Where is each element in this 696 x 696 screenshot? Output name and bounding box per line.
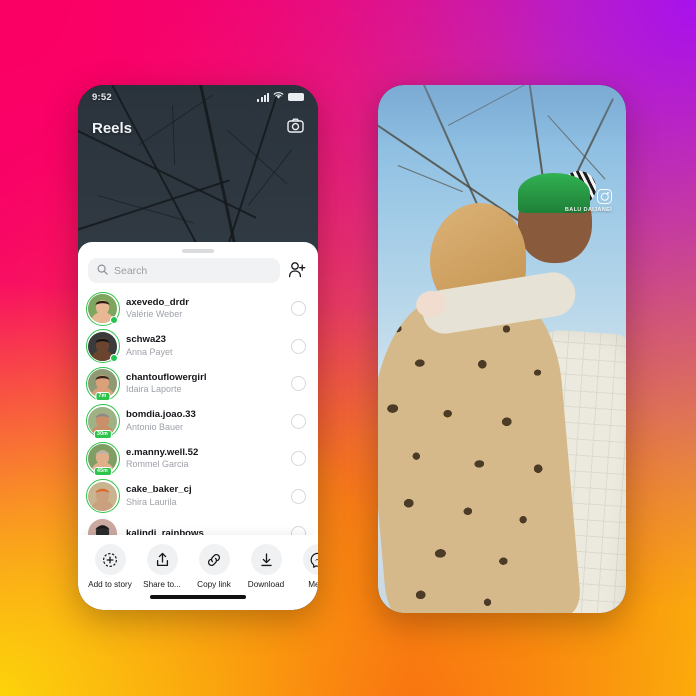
avatar: 45m [85,441,120,477]
select-checkbox[interactable] [291,526,306,536]
wallpaper-background: 9:52 Reels Search axevedo_drdr Valérie W… [0,0,696,696]
select-checkbox[interactable] [291,338,306,354]
select-checkbox[interactable] [291,301,306,317]
contact-fullname: Shira Laurila [126,496,177,507]
contact-text: axevedo_drdr Valérie Weber [126,297,282,321]
contact-row[interactable]: 30m bomdia.joao.33 Antonio Bauer [78,403,318,441]
download-icon [250,544,282,576]
select-checkbox[interactable] [291,376,306,392]
avatar [85,329,120,364]
search-icon [97,262,108,280]
share-actions-bar: Add to story Share to... Copy link Download… [78,535,318,610]
avatar [88,519,117,536]
avatar-image [88,519,117,536]
contact-fullname: Antonio Bauer [126,421,184,432]
left-phone-screen: 9:52 Reels Search axevedo_drdr Valérie W… [78,85,318,610]
story-time-badge: 45m [93,467,112,477]
story-time-badge: 7m [94,392,111,402]
contact-row[interactable]: 45m e.manny.well.52 Rommel Garcia [78,440,318,478]
contact-text: kalindi_rainbows [126,528,282,536]
contact-username: e.manny.well.52 [126,446,199,458]
search-placeholder: Search [114,264,148,277]
share-sheet: Search axevedo_drdr Valérie Weber schwa23 A… [78,242,318,610]
share-action-label: Add to story [88,580,132,590]
home-indicator [150,595,246,599]
contact-row[interactable]: schwa23 Anna Payet [78,328,318,366]
share-action-label: Mess [308,580,318,590]
story-time-badge: 30m [93,429,112,439]
contact-fullname: Valérie Weber [126,309,183,320]
cellular-signal-icon [257,92,269,102]
drag-handle[interactable] [182,249,214,253]
right-phone-mockup: BALU DAIJANEI [378,85,626,613]
reel-photo [378,85,626,613]
contact-text: cake_baker_cj Shira Laurila [126,484,282,508]
share-icon [146,544,178,576]
contact-row[interactable]: 7m chantouflowergirl Idaira Laporte [78,365,318,403]
share-action-copy-link[interactable]: Copy link [188,544,240,589]
contact-row[interactable]: kalindi_rainbows [78,515,318,536]
camera-icon[interactable] [287,118,304,138]
share-action-add-to-story[interactable]: Add to story [84,544,136,589]
share-action-mess[interactable]: Mess [292,544,318,589]
left-phone-mockup: 9:52 Reels Search axevedo_drdr Valérie W… [78,85,318,610]
top-gradient-overlay [378,85,626,145]
contact-username: cake_baker_cj [126,484,192,496]
share-action-label: Download [247,580,285,590]
status-bar-time: 9:52 [92,91,112,103]
contact-username: kalindi_rainbows [126,527,204,536]
reels-header: Reels [78,115,318,141]
search-input[interactable]: Search [88,258,280,283]
contact-text: e.manny.well.52 Rommel Garcia [126,447,282,471]
select-checkbox[interactable] [291,488,306,504]
online-status-dot [110,353,118,362]
instagram-logo-icon [597,189,612,204]
contact-fullname: Rommel Garcia [126,459,189,470]
instagram-watermark: BALU DAIJANEI [565,189,612,213]
contact-fullname: Idaira Laporte [126,384,182,395]
contact-text: bomdia.joao.33 Antonio Bauer [126,409,282,433]
avatar: 30m [85,404,120,439]
contact-text: chantouflowergirl Idaira Laporte [126,372,282,396]
select-checkbox[interactable] [291,413,306,429]
avatar [85,291,120,326]
contact-row[interactable]: axevedo_drdr Valérie Weber [78,290,318,328]
add-people-icon[interactable] [288,261,308,281]
share-action-label: Share to... [143,580,181,590]
contacts-list[interactable]: axevedo_drdr Valérie Weber schwa23 Anna Pay… [78,290,318,536]
link-icon [198,544,230,576]
story-ring [85,479,120,514]
page-title: Reels [92,119,133,137]
contact-username: axevedo_drdr [126,296,189,308]
contact-text: schwa23 Anna Payet [126,334,282,358]
search-row: Search [78,258,318,290]
online-status-dot [110,316,118,325]
wifi-icon [273,91,284,103]
share-action-label: Copy link [197,580,231,590]
contact-fullname: Anna Payet [126,346,173,357]
status-bar-indicators [257,91,304,103]
status-bar: 9:52 [78,85,318,109]
share-action-share-to[interactable]: Share to... [136,544,188,589]
contact-username: chantouflowergirl [126,371,207,383]
battery-icon [288,93,304,101]
right-phone-screen: BALU DAIJANEI [378,85,626,613]
contact-username: bomdia.joao.33 [126,409,196,421]
share-action-download[interactable]: Download [240,544,292,589]
avatar [85,479,120,514]
select-checkbox[interactable] [291,451,306,467]
contact-row[interactable]: cake_baker_cj Shira Laurila [78,478,318,516]
messenger-icon [302,544,318,576]
contact-username: schwa23 [126,334,167,346]
share-actions-row[interactable]: Add to story Share to... Copy link Download… [78,544,318,589]
watermark-username: BALU DAIJANEI [564,207,612,213]
avatar: 7m [85,366,120,402]
add-to-story-icon [94,544,126,576]
